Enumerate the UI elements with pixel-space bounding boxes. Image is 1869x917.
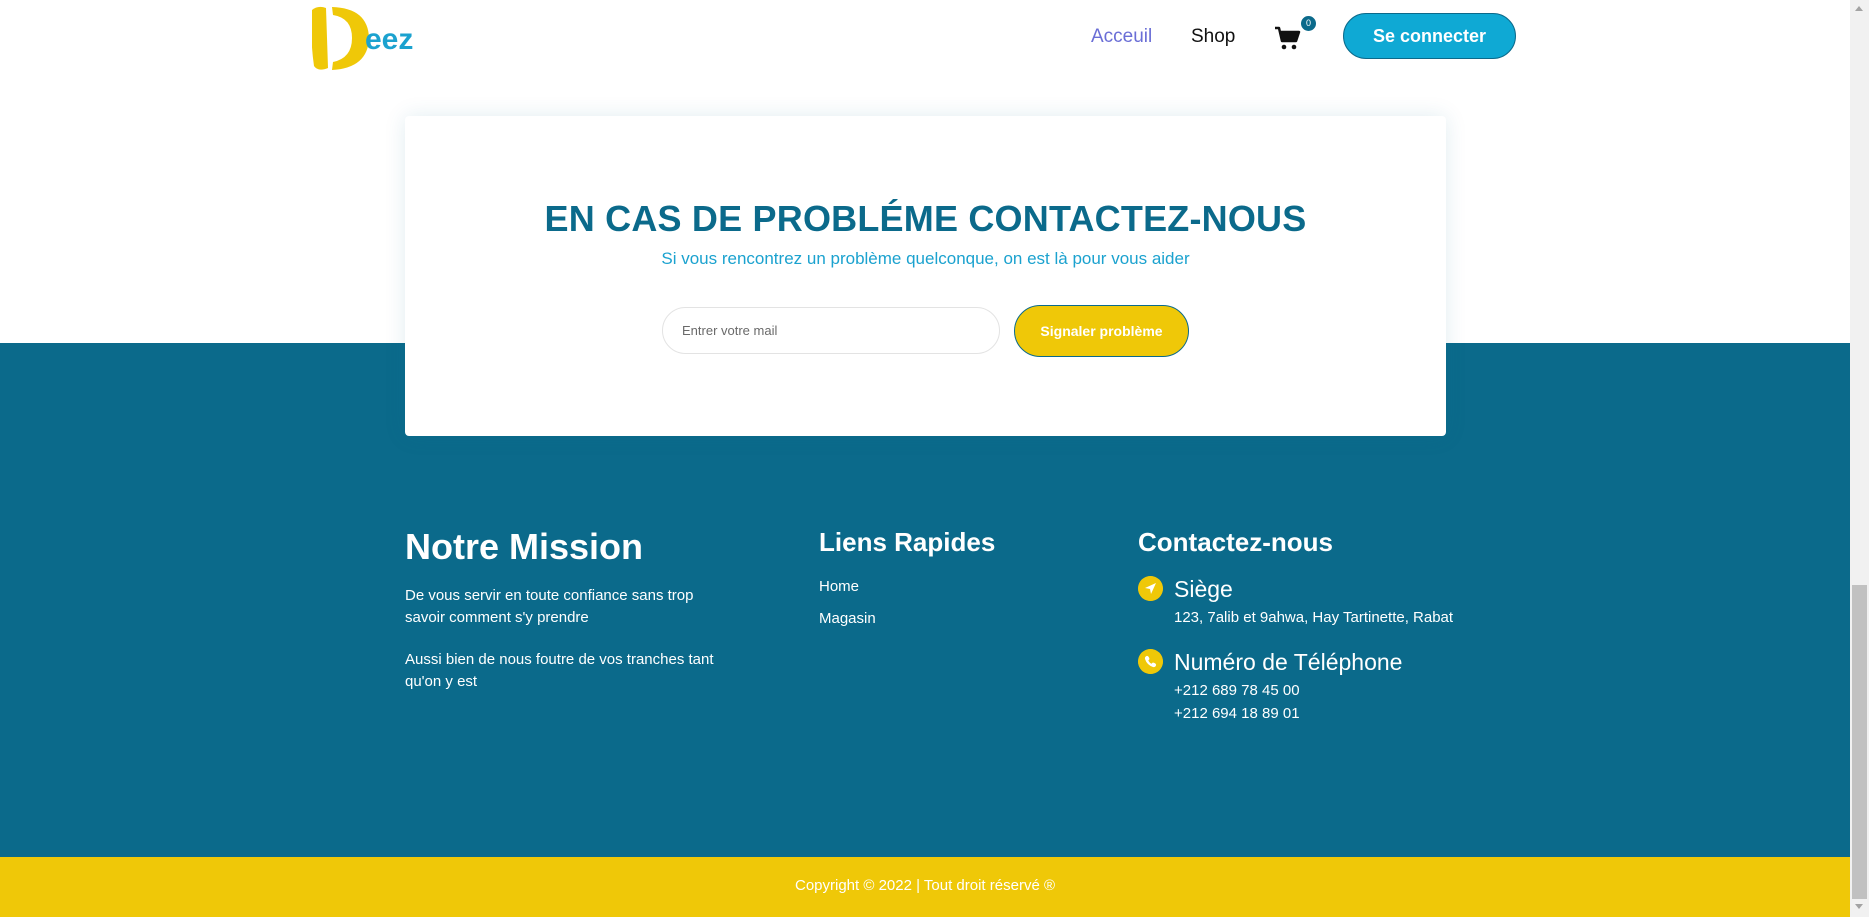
phone-icon xyxy=(1138,649,1163,674)
phone-number: +212 694 18 89 01 xyxy=(1174,705,1300,722)
report-problem-button[interactable]: Signaler problème xyxy=(1014,305,1189,357)
email-input[interactable] xyxy=(662,307,1000,354)
phone-label: Numéro de Téléphone xyxy=(1174,649,1403,675)
copyright-text: Copyright © 2022 | Tout droit réservé ® xyxy=(794,877,1056,894)
contact-title: Contactez-nous xyxy=(1138,527,1333,557)
footer-link-magasin[interactable]: Magasin xyxy=(819,610,876,627)
contact-card-title: EN CAS DE PROBLÉME CONTACTEZ-NOUS xyxy=(544,198,1307,239)
cart-count-badge: 0 xyxy=(1301,16,1316,31)
contact-card: EN CAS DE PROBLÉME CONTACTEZ-NOUS Si vou… xyxy=(405,116,1446,436)
scroll-thumb[interactable] xyxy=(1852,585,1867,899)
address-text: 123, 7alib et 9ahwa, Hay Tartinette, Rab… xyxy=(1174,609,1454,626)
cart-icon[interactable] xyxy=(1274,24,1302,52)
footer-link-home[interactable]: Home xyxy=(819,578,859,595)
quick-links-title: Liens Rapides xyxy=(819,527,996,557)
scroll-down-arrow-icon[interactable] xyxy=(1855,904,1863,909)
location-arrow-icon xyxy=(1138,576,1163,601)
scroll-up-arrow-icon[interactable] xyxy=(1855,6,1863,11)
mission-paragraph: De vous servir en toute confiance sans t… xyxy=(405,587,694,626)
address-label: Siège xyxy=(1174,576,1233,602)
deez-logo[interactable]: eez xyxy=(312,4,432,72)
contact-card-subtitle: Si vous rencontrez un problème quelconqu… xyxy=(661,249,1190,268)
login-button[interactable]: Se connecter xyxy=(1343,13,1516,59)
phone-number: +212 689 78 45 00 xyxy=(1174,682,1300,699)
svg-text:eez: eez xyxy=(365,23,413,56)
site-header: eez Acceuil Shop 0 Se connecter xyxy=(0,0,1850,80)
copyright-bar: Copyright © 2022 | Tout droit réservé ® xyxy=(0,857,1850,917)
nav-home-link[interactable]: Acceuil xyxy=(1091,26,1152,48)
mission-paragraph: Aussi bien de nous foutre de vos tranche… xyxy=(405,651,714,690)
page-scrollbar[interactable] xyxy=(1850,0,1869,917)
nav-shop-link[interactable]: Shop xyxy=(1191,26,1235,48)
mission-title: Notre Mission xyxy=(405,526,644,567)
